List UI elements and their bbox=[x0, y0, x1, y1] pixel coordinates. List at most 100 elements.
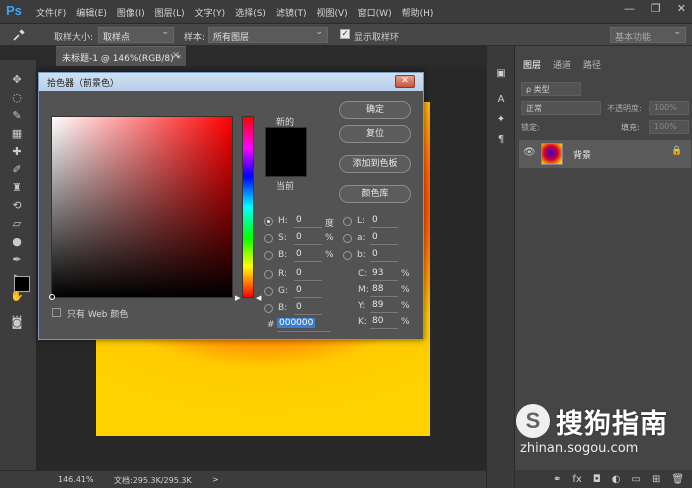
sample-select[interactable]: 所有图层 bbox=[208, 27, 328, 43]
healing-brush-icon[interactable]: ✚ bbox=[9, 144, 25, 160]
black-input[interactable]: 80 bbox=[370, 316, 398, 329]
yellow-input[interactable]: 89 bbox=[370, 300, 398, 313]
lab-b-input[interactable]: 0 bbox=[370, 249, 398, 262]
delete-layer-icon[interactable]: 🗑 bbox=[671, 474, 684, 485]
zoom-level[interactable]: 146.41% bbox=[58, 475, 94, 484]
quick-select-icon[interactable]: ✎ bbox=[9, 108, 25, 124]
move-tool-icon[interactable]: ✥ bbox=[9, 72, 25, 88]
black-unit: % bbox=[401, 317, 410, 327]
current-color-swatch[interactable] bbox=[265, 152, 307, 177]
menu-help[interactable]: 帮助(H) bbox=[402, 6, 434, 19]
opacity-input[interactable]: 100% bbox=[649, 101, 689, 115]
cyan-input[interactable]: 93 bbox=[370, 268, 398, 281]
hue-radio[interactable] bbox=[264, 217, 273, 226]
green-label: G: bbox=[278, 286, 289, 296]
reset-button[interactable]: 复位 bbox=[339, 125, 411, 143]
hue-unit: 度 bbox=[325, 219, 335, 229]
restore-icon[interactable]: ❐ bbox=[651, 2, 661, 15]
clone-stamp-icon[interactable]: ♜ bbox=[9, 180, 25, 196]
dialog-close-icon[interactable]: ✕ bbox=[395, 75, 415, 88]
blend-mode-select[interactable]: 正常 bbox=[521, 101, 601, 115]
lab-l-input[interactable]: 0 bbox=[370, 215, 398, 228]
tab-paths[interactable]: 路径 bbox=[583, 58, 601, 74]
layer-name[interactable]: 背景 bbox=[573, 148, 591, 161]
brightness-input[interactable]: 0 bbox=[294, 249, 322, 262]
lab-l-radio[interactable] bbox=[343, 217, 352, 226]
close-icon[interactable]: ✕ bbox=[677, 2, 686, 15]
paragraph-icon[interactable]: ¶ bbox=[494, 134, 508, 148]
hex-value: 000000 bbox=[277, 318, 316, 328]
eraser-icon[interactable]: ▱ bbox=[9, 216, 25, 232]
color-marker[interactable] bbox=[49, 294, 55, 300]
red-radio[interactable] bbox=[264, 270, 273, 279]
layer-comps-icon[interactable]: ✦ bbox=[494, 114, 508, 128]
blue-input[interactable]: 0 bbox=[294, 302, 322, 315]
hue-slider-left-handle[interactable]: ▶ bbox=[235, 294, 240, 302]
eyedropper-icon[interactable] bbox=[12, 28, 26, 42]
blur-tool-icon[interactable]: ● bbox=[9, 234, 25, 250]
magenta-input[interactable]: 88 bbox=[370, 284, 398, 297]
menu-image[interactable]: 图像(I) bbox=[117, 6, 145, 19]
new-group-icon[interactable]: ▭ bbox=[632, 474, 641, 485]
history-brush-icon[interactable]: ⟲ bbox=[9, 198, 25, 214]
brightness-label: B: bbox=[278, 250, 288, 260]
status-arrow-icon[interactable]: > bbox=[212, 475, 219, 484]
layer-row[interactable]: 👁 背景 🔒 bbox=[519, 140, 691, 168]
hue-slider-right-handle[interactable]: ◀ bbox=[256, 294, 261, 302]
history-icon[interactable]: ▣ bbox=[494, 68, 508, 82]
tab-channels[interactable]: 通道 bbox=[553, 58, 571, 74]
fx-icon[interactable]: fx bbox=[572, 474, 581, 485]
menu-select[interactable]: 选择(S) bbox=[235, 6, 266, 19]
menu-edit[interactable]: 编辑(E) bbox=[76, 6, 107, 19]
red-input[interactable]: 0 bbox=[294, 268, 322, 281]
lab-a-radio[interactable] bbox=[343, 234, 352, 243]
web-colors-checkbox[interactable] bbox=[52, 308, 61, 317]
pen-tool-icon[interactable]: ✒ bbox=[9, 252, 25, 268]
close-tab-icon[interactable]: × bbox=[172, 50, 180, 61]
menu-type[interactable]: 文字(Y) bbox=[195, 6, 226, 19]
kind-filter-select[interactable]: ρ 类型 bbox=[521, 82, 581, 96]
minimize-icon[interactable]: — bbox=[624, 2, 635, 15]
hue-input[interactable]: 0 bbox=[294, 215, 322, 228]
photoshop-logo: Ps bbox=[6, 3, 22, 18]
blue-radio[interactable] bbox=[264, 304, 273, 313]
color-libraries-button[interactable]: 颜色库 bbox=[339, 185, 411, 203]
dialog-title-bar[interactable]: 拾色器（前景色） ✕ bbox=[39, 73, 423, 91]
lab-b-radio[interactable] bbox=[343, 251, 352, 260]
show-ring-checkbox[interactable]: ✓ bbox=[340, 29, 350, 39]
menu-filter[interactable]: 滤镜(T) bbox=[276, 6, 307, 19]
saturation-radio[interactable] bbox=[264, 234, 273, 243]
character-icon[interactable]: A bbox=[494, 94, 508, 108]
visibility-eye-icon[interactable]: 👁 bbox=[523, 147, 536, 158]
menu-view[interactable]: 视图(V) bbox=[316, 6, 347, 19]
fill-input[interactable]: 100% bbox=[649, 120, 689, 134]
add-to-swatches-button[interactable]: 添加到色板 bbox=[339, 155, 411, 173]
brightness-radio[interactable] bbox=[264, 251, 273, 260]
green-radio[interactable] bbox=[264, 287, 273, 296]
green-input[interactable]: 0 bbox=[294, 285, 322, 298]
saturation-input[interactable]: 0 bbox=[294, 232, 322, 245]
link-layers-icon[interactable]: ⚭ bbox=[553, 474, 561, 485]
new-layer-icon[interactable]: ⊞ bbox=[652, 474, 660, 485]
sample-size-select[interactable]: 取样点 bbox=[98, 27, 174, 43]
lasso-tool-icon[interactable]: ◌ bbox=[9, 90, 25, 106]
color-picker-dialog: 拾色器（前景色） ✕ ▶ ◀ 新的 当前 确定 复位 添加到色板 颜色库 H: … bbox=[38, 72, 424, 340]
menu-file[interactable]: 文件(F) bbox=[36, 6, 66, 19]
add-mask-icon[interactable]: ◘ bbox=[593, 474, 601, 485]
brush-tool-icon[interactable]: ✐ bbox=[9, 162, 25, 178]
sample-label: 样本: bbox=[184, 33, 206, 43]
adjustment-layer-icon[interactable]: ◐ bbox=[612, 474, 621, 485]
saturation-brightness-field[interactable] bbox=[51, 116, 233, 298]
hex-input[interactable]: 000000 bbox=[277, 318, 331, 332]
ok-button[interactable]: 确定 bbox=[339, 101, 411, 119]
menu-window[interactable]: 窗口(W) bbox=[358, 6, 392, 19]
hue-slider[interactable] bbox=[242, 116, 254, 298]
document-tab[interactable]: 未标题-1 @ 146%(RGB/8) * × bbox=[56, 46, 186, 66]
crop-tool-icon[interactable]: ▦ bbox=[9, 126, 25, 142]
quick-mask-icon[interactable]: ◙ bbox=[9, 315, 25, 331]
workspace-select[interactable]: 基本功能 bbox=[610, 27, 686, 43]
menu-layer[interactable]: 图层(L) bbox=[155, 6, 185, 19]
tab-layers[interactable]: 图层 bbox=[523, 58, 541, 74]
lab-a-input[interactable]: 0 bbox=[370, 232, 398, 245]
foreground-color-swatch[interactable] bbox=[14, 276, 30, 292]
